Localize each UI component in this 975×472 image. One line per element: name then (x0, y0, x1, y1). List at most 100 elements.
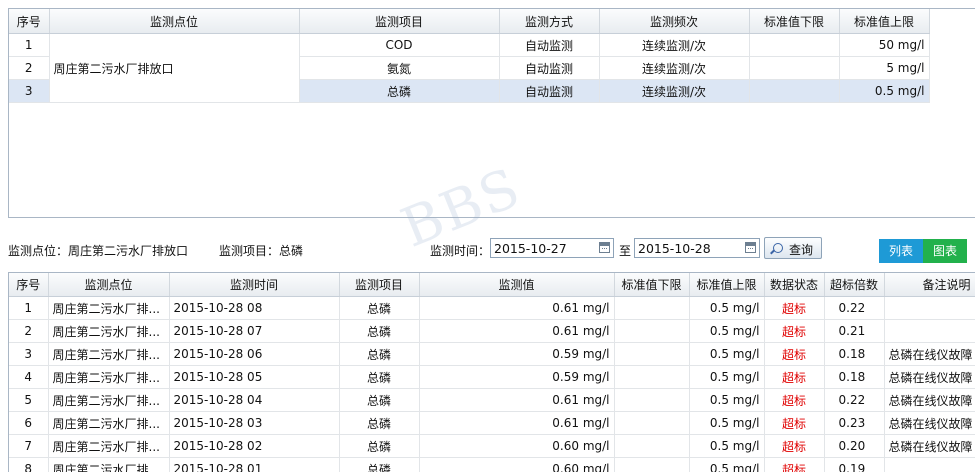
table-row[interactable]: 1周庄第二污水厂排...2015-10-28 08总磷0.61 mg/l0.5 … (9, 297, 975, 320)
calendar-icon[interactable] (745, 242, 756, 253)
row-number: 4 (9, 366, 48, 389)
column-header[interactable]: 监测项目 (299, 9, 499, 34)
value-cell: 0.61 mg/l (419, 297, 614, 320)
value-cell: 0.60 mg/l (419, 435, 614, 458)
value-cell: 0.61 mg/l (419, 320, 614, 343)
table-row[interactable]: 3周庄第二污水厂排...2015-10-28 06总磷0.59 mg/l0.5 … (9, 343, 975, 366)
table-row[interactable]: 4周庄第二污水厂排...2015-10-28 05总磷0.59 mg/l0.5 … (9, 366, 975, 389)
status-cell: 超标 (764, 412, 824, 435)
lower-limit-cell (614, 343, 689, 366)
column-header[interactable]: 超标倍数 (824, 273, 884, 297)
column-header[interactable]: 标准值上限 (689, 273, 764, 297)
note-cell (884, 320, 975, 343)
lower-limit-cell (614, 435, 689, 458)
lower-limit-cell (749, 34, 839, 57)
search-icon (773, 243, 783, 253)
column-header[interactable]: 监测值 (419, 273, 614, 297)
lower-limit-cell (749, 57, 839, 80)
status-cell: 超标 (764, 366, 824, 389)
time-cell: 2015-10-28 05 (169, 366, 339, 389)
monitoring-data-table: 序号 监测点位 监测时间 监测项目 监测值 标准值下限 标准值上限 数据状态 超… (9, 273, 975, 472)
table-row[interactable]: 2周庄第二污水厂排...2015-10-28 07总磷0.61 mg/l0.5 … (9, 320, 975, 343)
start-date-value: 2015-10-27 (494, 241, 567, 256)
note-cell: 总磷在线仪故障 (884, 366, 975, 389)
chart-tab[interactable]: 图表 (923, 239, 967, 263)
lower-limit-cell (749, 80, 839, 103)
exceed-ratio-cell: 0.22 (824, 297, 884, 320)
lower-limit-cell (614, 412, 689, 435)
upper-limit-cell: 0.5 mg/l (689, 320, 764, 343)
time-cell: 2015-10-28 04 (169, 389, 339, 412)
start-date-input[interactable]: 2015-10-27 (490, 238, 614, 258)
upper-limit-cell: 0.5 mg/l (689, 343, 764, 366)
exceed-ratio-cell: 0.22 (824, 389, 884, 412)
row-number: 2 (9, 57, 49, 80)
item-label: 监测项目：总磷 (219, 242, 303, 259)
column-header[interactable]: 序号 (9, 273, 48, 297)
exceed-ratio-cell: 0.23 (824, 412, 884, 435)
note-cell: 总磷在线仪故障 (884, 435, 975, 458)
upper-limit-cell: 5 mg/l (839, 57, 929, 80)
item-cell: 总磷 (339, 435, 419, 458)
upper-limit-cell: 0.5 mg/l (689, 458, 764, 472)
lower-limit-cell (614, 366, 689, 389)
column-header[interactable]: 标准值下限 (614, 273, 689, 297)
item-cell: 总磷 (299, 80, 499, 103)
table-row[interactable]: 7周庄第二污水厂排...2015-10-28 02总磷0.60 mg/l0.5 … (9, 435, 975, 458)
upper-limit-cell: 0.5 mg/l (689, 412, 764, 435)
value-cell: 0.59 mg/l (419, 366, 614, 389)
lower-limit-cell (614, 389, 689, 412)
table-header-row: 序号 监测点位 监测时间 监测项目 监测值 标准值下限 标准值上限 数据状态 超… (9, 273, 975, 297)
column-header[interactable]: 监测频次 (599, 9, 749, 34)
row-number: 1 (9, 297, 48, 320)
location-cell: 周庄第二污水厂排... (48, 366, 169, 389)
frequency-cell: 连续监测/次 (599, 80, 749, 103)
column-header[interactable]: 标准值下限 (749, 9, 839, 34)
item-cell: 总磷 (339, 297, 419, 320)
row-number: 6 (9, 412, 48, 435)
column-header[interactable]: 监测点位 (49, 9, 299, 34)
column-header[interactable]: 监测点位 (48, 273, 169, 297)
upper-limit-cell: 50 mg/l (839, 34, 929, 57)
value-cell: 0.59 mg/l (419, 343, 614, 366)
column-header[interactable]: 标准值上限 (839, 9, 929, 34)
status-cell: 超标 (764, 458, 824, 472)
upper-limit-cell: 0.5 mg/l (839, 80, 929, 103)
time-label: 监测时间： (430, 242, 490, 259)
column-header[interactable]: 数据状态 (764, 273, 824, 297)
query-button[interactable]: 查询 (764, 237, 822, 259)
table-row[interactable]: 5周庄第二污水厂排...2015-10-28 04总磷0.61 mg/l0.5 … (9, 389, 975, 412)
item-cell: 总磷 (339, 458, 419, 472)
item-cell: 总磷 (339, 343, 419, 366)
lower-limit-cell (614, 297, 689, 320)
table-row[interactable]: 8周庄第二污水厂排...2015-10-28 01总磷0.60 mg/l0.5 … (9, 458, 975, 472)
end-date-value: 2015-10-28 (638, 241, 711, 256)
item-cell: 总磷 (339, 412, 419, 435)
row-number: 8 (9, 458, 48, 472)
exceed-ratio-cell: 0.20 (824, 435, 884, 458)
column-header[interactable]: 监测方式 (499, 9, 599, 34)
table-row[interactable]: 1 周庄第二污水厂排放口 COD 自动监测 连续监测/次 50 mg/l (9, 34, 929, 57)
calendar-icon[interactable] (599, 242, 610, 253)
table-row[interactable]: 6周庄第二污水厂排...2015-10-28 03总磷0.61 mg/l0.5 … (9, 412, 975, 435)
exceed-ratio-cell: 0.21 (824, 320, 884, 343)
list-tab[interactable]: 列表 (879, 239, 923, 263)
note-cell (884, 297, 975, 320)
lower-limit-cell (614, 458, 689, 472)
column-header[interactable]: 备注说明 (884, 273, 975, 297)
query-button-label: 查询 (789, 241, 813, 258)
note-cell: 总磷在线仪故障 (884, 412, 975, 435)
end-date-input[interactable]: 2015-10-28 (634, 238, 760, 258)
time-cell: 2015-10-28 06 (169, 343, 339, 366)
column-header[interactable]: 序号 (9, 9, 49, 34)
location-cell: 周庄第二污水厂排... (48, 458, 169, 472)
column-header[interactable]: 监测项目 (339, 273, 419, 297)
column-header[interactable]: 监测时间 (169, 273, 339, 297)
location-cell: 周庄第二污水厂排放口 (49, 34, 299, 103)
status-cell: 超标 (764, 389, 824, 412)
item-cell: COD (299, 34, 499, 57)
status-cell: 超标 (764, 297, 824, 320)
row-number: 2 (9, 320, 48, 343)
note-cell: 总磷在线仪故障 (884, 389, 975, 412)
row-number: 3 (9, 343, 48, 366)
